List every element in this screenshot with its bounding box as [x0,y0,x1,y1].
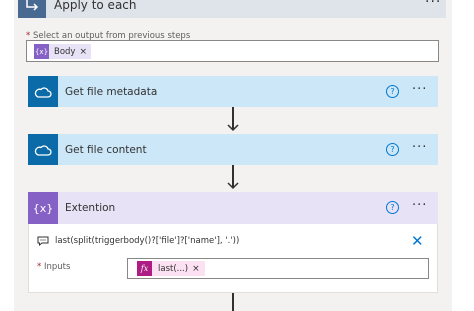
expression-text: last(split(triggerbody()?['file']?['name… [55,236,240,246]
flow-connector [232,293,234,311]
onedrive-cloud-icon [28,134,58,165]
fx-icon: fx [137,261,152,276]
more-options-icon[interactable]: ··· [412,82,427,97]
action-get-file-metadata[interactable]: Get file metadata ? ··· [28,76,438,107]
help-icon[interactable]: ? [386,143,399,156]
more-options-icon[interactable]: ··· [425,0,441,10]
action-title: Extention [65,202,116,214]
body-token-label: Body [54,46,76,57]
body-token[interactable]: {x} Body × [34,44,92,59]
remove-token-icon[interactable]: × [79,47,91,57]
arrow-down-icon [227,182,239,190]
inputs-field[interactable]: fx last(...) × [127,258,429,279]
loop-icon [18,0,46,18]
action-title: Get file metadata [65,85,158,98]
comment-icon [37,236,49,246]
action-extention[interactable]: {x} Extention ? ··· [28,192,438,224]
variable-icon: {x} [28,192,58,224]
inputs-label-text: Inputs [43,262,71,272]
more-options-icon[interactable]: ··· [412,140,427,155]
remove-token-icon[interactable]: × [192,264,205,274]
expression-token-label: last(...) [158,263,189,274]
help-icon[interactable]: ? [386,85,399,98]
expression-token[interactable]: fx last(...) × [137,261,205,276]
more-options-icon[interactable]: ··· [412,198,427,213]
arrow-down-icon [227,124,239,132]
apply-to-each-title: Apply to each [54,0,137,12]
inputs-label: * Inputs [37,262,70,272]
compose-body: last(split(triggerbody()?['file']?['name… [28,224,438,293]
action-title: Get file content [65,143,147,156]
onedrive-cloud-icon [28,76,58,107]
required-mark: * [37,262,42,272]
variable-icon: {x} [34,44,49,59]
close-icon[interactable]: ✕ [411,232,424,250]
help-icon[interactable]: ? [386,201,399,214]
action-get-file-content[interactable]: Get file content ? ··· [28,134,438,165]
select-output-field[interactable]: {x} Body × [26,40,439,62]
